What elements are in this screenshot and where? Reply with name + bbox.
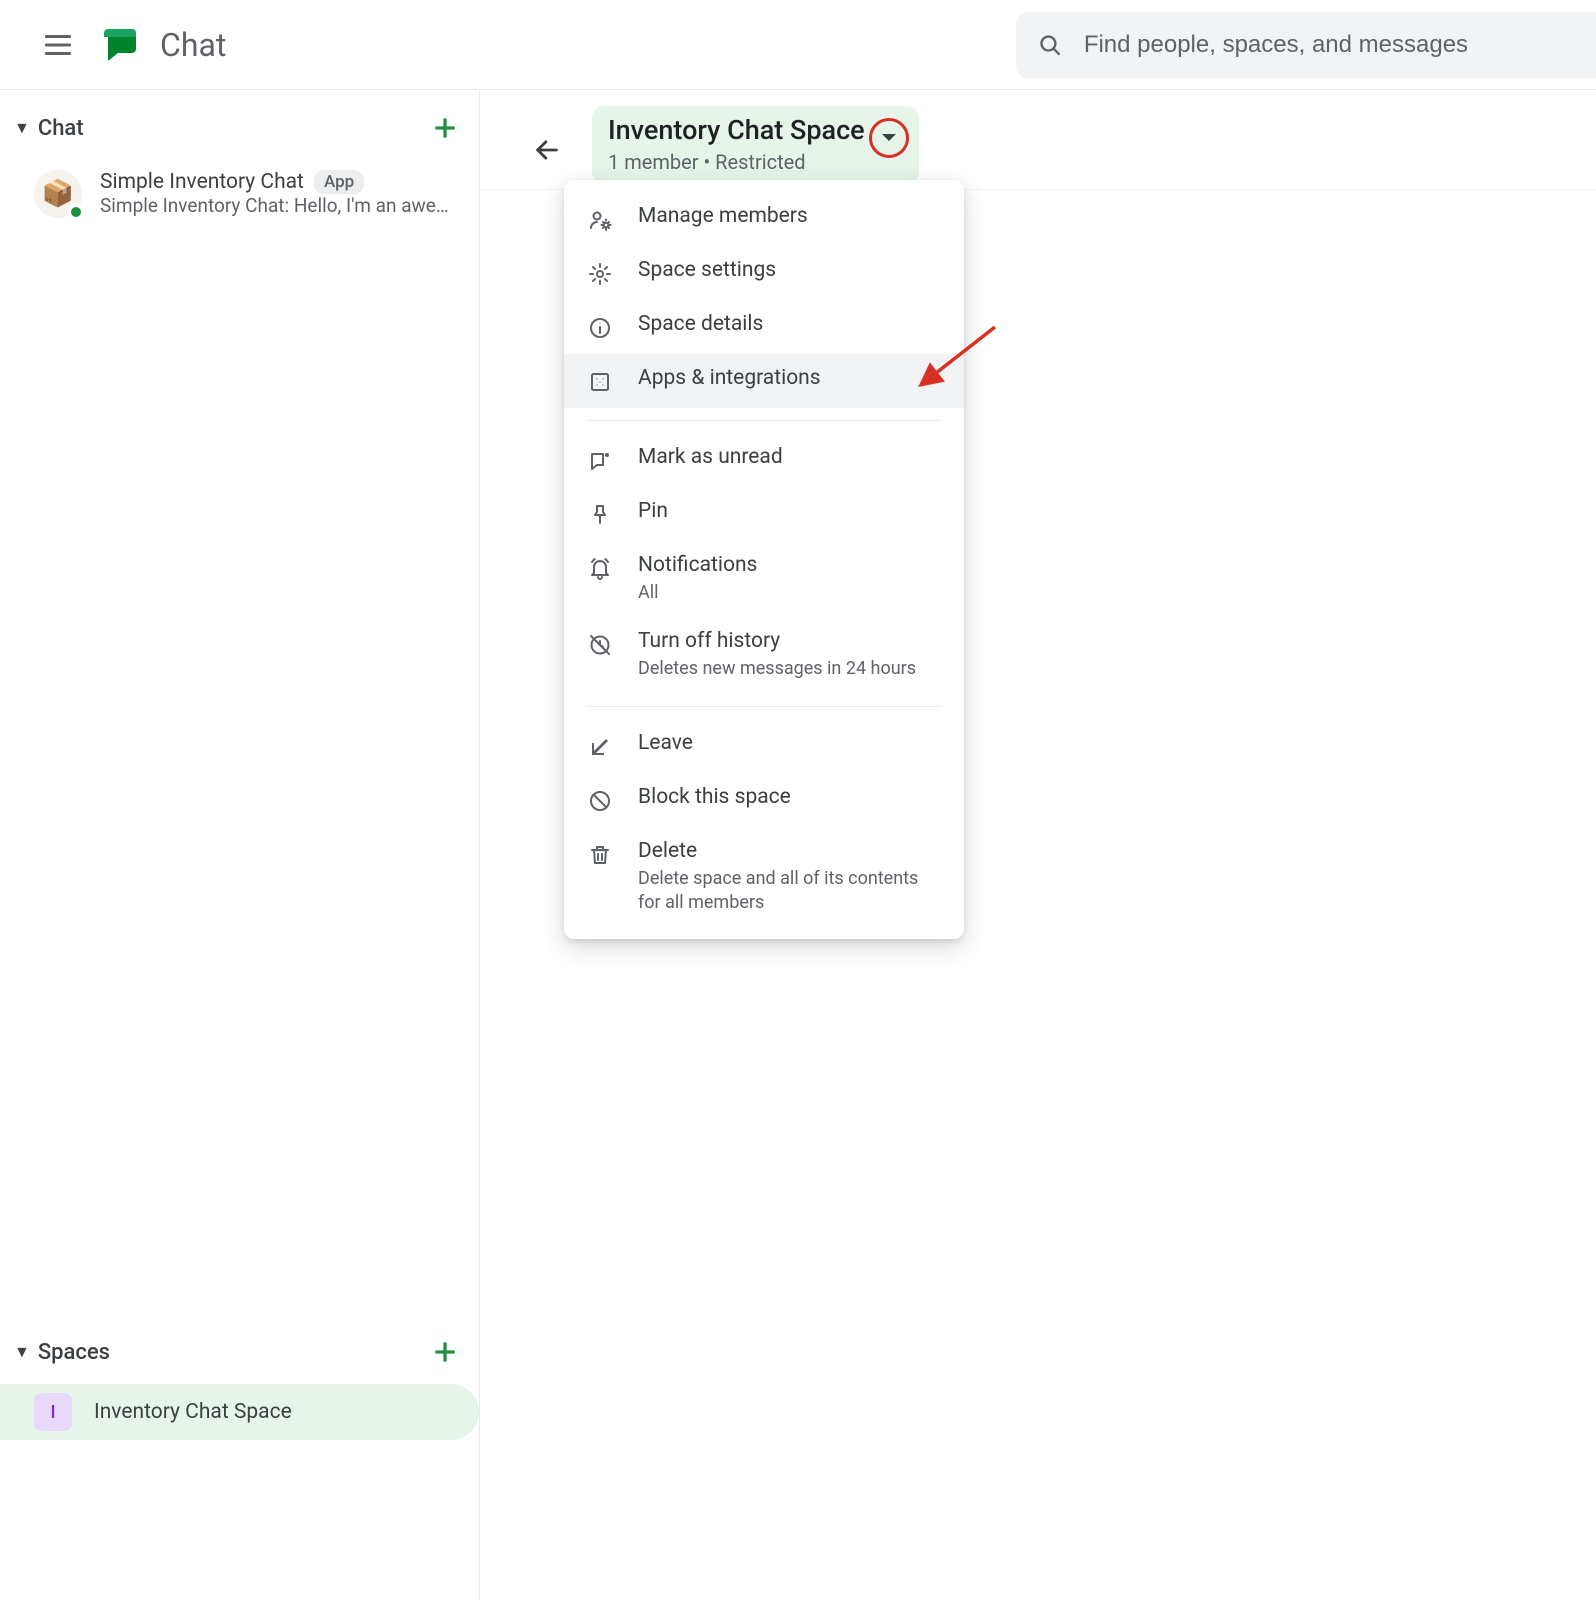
info-icon bbox=[586, 314, 614, 342]
arrow-left-icon bbox=[533, 136, 561, 164]
collapse-icon: ▼ bbox=[14, 118, 30, 138]
menu-item-label: Manage members bbox=[638, 204, 942, 228]
hamburger-icon bbox=[45, 35, 71, 55]
menu-item-label: Notifications bbox=[638, 553, 942, 577]
history-off-icon bbox=[586, 631, 614, 659]
collapse-icon: ▼ bbox=[14, 1342, 30, 1362]
new-chat-button[interactable] bbox=[425, 108, 465, 148]
trash-icon bbox=[586, 841, 614, 869]
annotation-circle bbox=[869, 118, 909, 158]
chat-logo-icon bbox=[102, 25, 142, 65]
space-item-name: Inventory Chat Space bbox=[94, 1400, 292, 1424]
package-icon: 📦 bbox=[42, 179, 74, 209]
menu-turn-off-history[interactable]: Turn off history Deletes new messages in… bbox=[564, 617, 964, 693]
menu-manage-members[interactable]: Manage members bbox=[564, 192, 964, 246]
menu-item-label: Pin bbox=[638, 499, 942, 523]
apps-icon bbox=[586, 368, 614, 396]
pin-icon bbox=[586, 501, 614, 529]
sidebar: ▼ Chat 📦 Simple Inventory Chat App Simpl… bbox=[0, 90, 480, 1600]
presence-dot bbox=[68, 204, 84, 220]
app-logo: Chat bbox=[102, 25, 226, 65]
chat-item-preview: Simple Inventory Chat: Hello, I'm an awe… bbox=[100, 194, 459, 217]
app-badge: App bbox=[314, 170, 364, 194]
menu-item-label: Delete bbox=[638, 839, 942, 863]
topbar: Chat bbox=[0, 0, 1596, 90]
search-box[interactable] bbox=[1016, 12, 1596, 78]
content-pane: Inventory Chat Space 1 member • Restrict… bbox=[480, 90, 1596, 1600]
menu-item-label: Space details bbox=[638, 312, 942, 336]
leave-icon bbox=[586, 733, 614, 761]
chat-section-title: Chat bbox=[38, 116, 84, 141]
menu-notifications[interactable]: Notifications All bbox=[564, 541, 964, 617]
new-space-button[interactable] bbox=[425, 1332, 465, 1372]
search-input[interactable] bbox=[1084, 31, 1584, 59]
hamburger-button[interactable] bbox=[34, 21, 82, 69]
arrow-down-left-icon bbox=[590, 737, 610, 757]
menu-item-sub: All bbox=[638, 581, 942, 605]
gear-icon bbox=[586, 260, 614, 288]
menu-item-label: Space settings bbox=[638, 258, 942, 282]
menu-divider bbox=[586, 420, 942, 421]
space-title: Inventory Chat Space bbox=[608, 114, 865, 146]
chat-item-name: Simple Inventory Chat bbox=[100, 170, 304, 194]
menu-space-details[interactable]: Space details bbox=[564, 300, 964, 354]
menu-item-label: Mark as unread bbox=[638, 445, 942, 469]
members-icon bbox=[586, 206, 614, 234]
space-item-inventory[interactable]: I Inventory Chat Space bbox=[0, 1384, 479, 1440]
chat-avatar: 📦 bbox=[34, 170, 82, 218]
menu-leave[interactable]: Leave bbox=[564, 719, 964, 773]
menu-block-space[interactable]: Block this space bbox=[564, 773, 964, 827]
space-header: Inventory Chat Space 1 member • Restrict… bbox=[480, 90, 1596, 190]
caret-down-icon bbox=[881, 133, 897, 143]
spaces-section-header[interactable]: ▼ Spaces bbox=[0, 1314, 479, 1384]
menu-item-label: Apps & integrations bbox=[638, 366, 942, 390]
menu-space-settings[interactable]: Space settings bbox=[564, 246, 964, 300]
bell-icon bbox=[586, 555, 614, 583]
menu-delete[interactable]: Delete Delete space and all of its conte… bbox=[564, 827, 964, 928]
space-menu: Manage members Space settings Space deta… bbox=[564, 180, 964, 939]
space-subtitle: 1 member • Restricted bbox=[608, 150, 865, 174]
space-title-dropdown[interactable]: Inventory Chat Space 1 member • Restrict… bbox=[592, 106, 919, 184]
menu-item-sub: Deletes new messages in 24 hours bbox=[638, 657, 942, 681]
menu-divider bbox=[586, 706, 942, 707]
spaces-section-title: Spaces bbox=[38, 1340, 110, 1365]
chat-item-simple-inventory[interactable]: 📦 Simple Inventory Chat App Simple Inven… bbox=[0, 160, 479, 228]
app-name: Chat bbox=[160, 26, 226, 64]
space-avatar: I bbox=[34, 1393, 72, 1431]
menu-item-sub: Delete space and all of its contents for… bbox=[638, 867, 942, 916]
search-icon bbox=[1038, 32, 1062, 58]
unread-icon bbox=[586, 447, 614, 475]
plus-icon bbox=[432, 115, 458, 141]
back-button[interactable] bbox=[526, 129, 568, 171]
menu-item-label: Block this space bbox=[638, 785, 942, 809]
menu-item-label: Leave bbox=[638, 731, 942, 755]
menu-apps-integrations[interactable]: Apps & integrations bbox=[564, 354, 964, 408]
block-icon bbox=[586, 787, 614, 815]
menu-mark-unread[interactable]: Mark as unread bbox=[564, 433, 964, 487]
chat-section-header[interactable]: ▼ Chat bbox=[0, 90, 479, 160]
menu-item-label: Turn off history bbox=[638, 629, 942, 653]
menu-pin[interactable]: Pin bbox=[564, 487, 964, 541]
plus-icon bbox=[432, 1339, 458, 1365]
